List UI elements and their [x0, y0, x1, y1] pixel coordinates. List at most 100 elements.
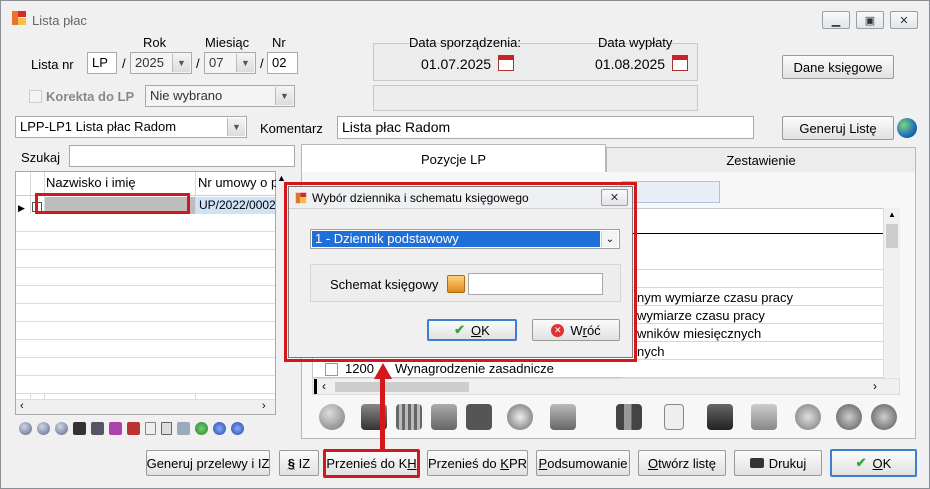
app-icon — [295, 192, 307, 204]
lista-select[interactable]: LPP-LP1 Lista płac Radom ▼ — [15, 116, 247, 138]
position-item[interactable]: nym wymiarze czasu pracy — [637, 290, 793, 305]
dziennik-select[interactable]: 1 - Dziennik podstawowy ⌄ — [310, 229, 620, 249]
nr-field[interactable]: 02 — [267, 52, 298, 74]
check-icon: ✔ — [855, 455, 867, 470]
dialog-wroc-button[interactable]: ✕ Wr óć — [532, 319, 620, 341]
chevron-down-icon: ▼ — [236, 54, 254, 72]
column-header-nazwisko[interactable]: Nazwisko i imię — [46, 175, 136, 190]
close-button[interactable]: ✕ — [890, 11, 918, 29]
position-name[interactable]: Wynagrodzenie zasadnicze — [395, 361, 554, 376]
grid-hscroll[interactable]: ‹ › — [16, 399, 275, 414]
check-icon: ✔ — [454, 322, 466, 337]
positions-vscroll[interactable]: ▲ — [883, 208, 900, 378]
separator: / — [196, 56, 200, 71]
drukuj-button[interactable]: Drukuj — [734, 450, 822, 476]
position-checkbox[interactable] — [325, 363, 338, 376]
cancel-icon: ✕ — [551, 323, 565, 337]
schemat-field[interactable] — [468, 273, 603, 295]
paragraph-icon: § — [287, 455, 296, 471]
document-icon[interactable] — [664, 404, 684, 430]
chart-icon[interactable] — [616, 404, 642, 430]
refresh-icon[interactable] — [195, 421, 208, 435]
position-item[interactable]: wymiarze czasu pracy — [637, 308, 765, 323]
globe-icon[interactable] — [897, 118, 917, 138]
miesiac-select[interactable]: 07 ▼ — [204, 52, 256, 74]
przenies-do-kpr-button[interactable]: Przenieś do K PR — [427, 450, 528, 476]
scroll-right-icon[interactable]: › — [262, 400, 266, 412]
tab-pozycje-lp[interactable]: Pozycje LP — [301, 144, 606, 173]
settings-icon[interactable] — [507, 404, 533, 430]
arrow-head-icon — [374, 363, 392, 379]
scroll-left-icon[interactable]: ‹ — [20, 400, 24, 412]
close-icon: ✕ — [899, 14, 909, 27]
scroll-thumb[interactable] — [886, 224, 898, 248]
scroll-right-icon[interactable]: › — [873, 379, 877, 393]
chevron-down-icon[interactable]: ⌄ — [601, 231, 618, 247]
umowa-cell[interactable]: UP/2022/0002 — [196, 197, 275, 215]
iz-button[interactable]: § IZ — [279, 450, 319, 476]
generuj-przelewy-button[interactable]: Generuj przelewy i IZ — [146, 450, 270, 476]
printer-icon — [749, 458, 764, 468]
calendar-icon[interactable] — [498, 55, 514, 71]
generuj-liste-button[interactable]: Generuj Listę — [782, 116, 894, 140]
filter-icon[interactable] — [431, 404, 457, 430]
position-item[interactable]: wników miesięcznych — [637, 326, 761, 341]
data-wyplaty-field[interactable]: 01.08.2025 — [591, 54, 669, 76]
scroll-up-icon[interactable]: ▲ — [888, 210, 896, 219]
tab-zestawienie[interactable]: Zestawienie — [606, 147, 916, 173]
korekta-select[interactable]: Nie wybrano ▼ — [145, 85, 295, 107]
window-icon[interactable] — [550, 404, 576, 430]
przenies-do-kh-button[interactable]: Przenieś do KH — [323, 449, 420, 478]
prefix-field[interactable]: LP — [87, 52, 117, 74]
title-bar: Lista płac ▁ ▣ ✕ — [2, 2, 928, 32]
save-icon[interactable] — [707, 404, 733, 430]
separator: / — [122, 56, 126, 71]
link-icon[interactable] — [73, 421, 86, 435]
otworz-liste-button[interactable]: Otwórz listę — [638, 450, 726, 476]
edit-icon[interactable] — [55, 421, 68, 435]
add-icon[interactable] — [19, 421, 32, 435]
dialog-close-button[interactable]: ✕ — [601, 189, 628, 206]
nav-last-icon[interactable] — [231, 421, 244, 435]
column-header-umowa[interactable]: Nr umowy o pracę — [198, 175, 276, 193]
dziennik-selected-value: 1 - Dziennik podstawowy — [312, 231, 600, 247]
positions-hscroll[interactable]: ‹ › — [312, 378, 900, 395]
calendar-icon[interactable] — [672, 55, 688, 71]
korekta-checkbox[interactable] — [29, 90, 42, 103]
scroll-thumb[interactable] — [335, 382, 469, 392]
ok-button[interactable]: ✔ O K — [830, 449, 917, 477]
refresh-icon[interactable] — [795, 404, 821, 430]
arrow-shaft — [380, 376, 385, 451]
podsumowanie-button[interactable]: Podsumowanie — [536, 450, 630, 476]
left-toolbar — [19, 420, 294, 436]
formula-icon[interactable] — [466, 404, 492, 430]
filter-icon[interactable] — [109, 421, 122, 435]
nav-next-icon[interactable] — [871, 404, 897, 430]
scroll-left-icon[interactable]: ‹ — [322, 379, 326, 393]
dane-ksiegowe-button[interactable]: Dane księgowe — [782, 55, 894, 79]
nav-first-icon[interactable] — [213, 421, 226, 435]
szukaj-input[interactable] — [69, 145, 295, 167]
schemat-lookup-icon[interactable] — [447, 275, 465, 293]
minimize-button[interactable]: ▁ — [822, 11, 850, 29]
position-item[interactable]: nych — [637, 344, 664, 359]
schemat-label: Schemat księgowy — [330, 277, 439, 292]
grid-icon[interactable] — [396, 404, 422, 430]
copy-icon[interactable] — [751, 404, 777, 430]
search-icon[interactable] — [319, 404, 345, 430]
box-icon[interactable] — [177, 421, 190, 435]
document-icon[interactable] — [145, 421, 156, 435]
komentarz-field[interactable]: Lista płac Radom — [337, 116, 754, 139]
rok-select[interactable]: 2025 ▼ — [130, 52, 192, 74]
nav-prev-icon[interactable] — [836, 404, 862, 430]
remove-icon[interactable] — [37, 421, 50, 435]
dialog-ok-button[interactable]: ✔ O K — [427, 319, 517, 341]
maximize-button[interactable]: ▣ — [856, 11, 884, 29]
book-icon[interactable] — [127, 421, 140, 435]
chevron-down-icon: ▼ — [172, 54, 190, 72]
grid-rows-lines — [16, 214, 275, 394]
miesiac-label: Miesiąc — [205, 35, 250, 50]
clipboard-icon[interactable] — [161, 421, 172, 435]
data-sporzadzenia-field[interactable]: 01.07.2025 — [417, 54, 495, 76]
calculator-icon[interactable] — [91, 421, 104, 435]
